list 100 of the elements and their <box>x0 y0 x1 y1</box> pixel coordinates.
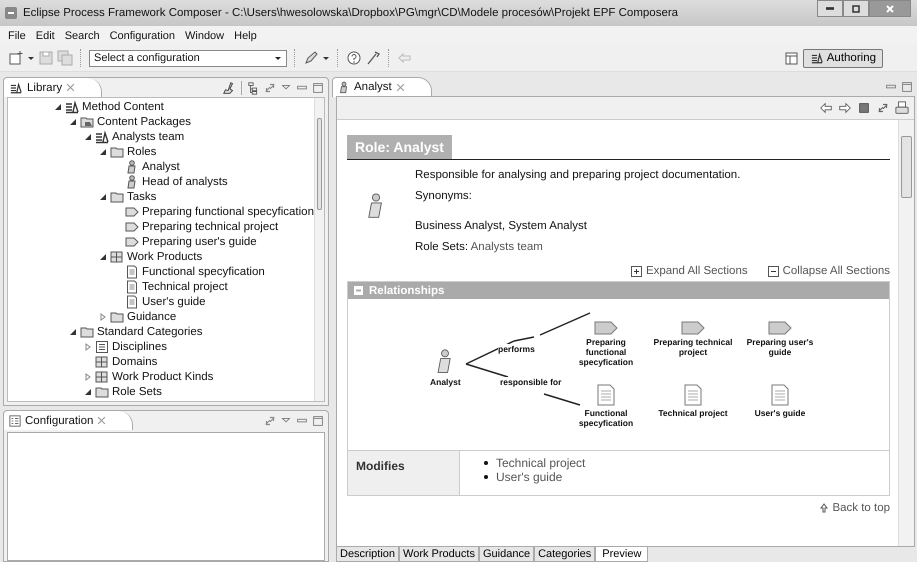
wand-icon[interactable] <box>365 50 381 66</box>
tree-item[interactable]: Preparing technical project <box>142 220 278 232</box>
collapsed-arrow-icon[interactable] <box>99 312 107 320</box>
page-tab[interactable]: Preview <box>595 547 648 562</box>
sync-icon[interactable] <box>876 101 890 115</box>
page-tab[interactable]: Description <box>336 547 400 562</box>
expanded-arrow-icon[interactable] <box>99 192 107 200</box>
node-label: Technical project <box>658 408 728 418</box>
caret-icon[interactable] <box>27 54 35 62</box>
minimize-icon <box>826 7 834 10</box>
forward-arrow-icon[interactable] <box>838 101 852 115</box>
expanded-arrow-icon[interactable] <box>99 148 107 156</box>
close-icon[interactable] <box>66 83 76 92</box>
node-label: Preparing functional specyfication <box>578 337 634 367</box>
page-tab[interactable]: Categories <box>534 547 596 562</box>
menu-item[interactable]: Search <box>60 30 105 42</box>
folder-icon <box>95 384 109 398</box>
close-icon[interactable] <box>97 416 106 425</box>
stop-icon[interactable] <box>857 101 871 115</box>
back-to-top-link[interactable]: Back to top <box>832 502 890 514</box>
node-label: Preparing technical project <box>652 337 734 357</box>
tree-item[interactable]: Method Content <box>82 100 164 112</box>
tree-item[interactable]: Head of analysts <box>142 176 228 188</box>
document-icon[interactable] <box>771 384 789 406</box>
open-perspective-icon[interactable] <box>784 50 800 66</box>
connector-label: responsible for <box>500 377 562 387</box>
tree-item[interactable]: Disciplines <box>112 340 167 352</box>
scrollbar[interactable] <box>314 98 324 401</box>
help-icon[interactable] <box>346 50 362 66</box>
page-tab[interactable]: Guidance <box>478 547 534 562</box>
maximize-icon[interactable] <box>311 80 325 94</box>
tree-item[interactable]: Preparing functional specyfication <box>142 206 314 218</box>
tree-item[interactable]: Functional specyfication <box>142 266 265 278</box>
close-icon[interactable] <box>396 82 405 92</box>
expanded-arrow-icon[interactable] <box>99 252 107 260</box>
document-icon[interactable] <box>597 384 615 406</box>
tag-icon[interactable] <box>594 321 618 335</box>
tree-item[interactable]: Guidance <box>127 310 176 322</box>
window-title: Eclipse Process Framework Composer - C:\Users\hwesolowska\Dropbox\PG\mgr\CD\Modele procesów\Projekt EPF Composera <box>23 7 680 19</box>
tree-item[interactable]: Analysts team <box>112 130 184 142</box>
expanded-arrow-icon[interactable] <box>54 102 62 110</box>
person-icon <box>338 80 350 94</box>
work-product-link[interactable]: Technical project <box>496 456 586 470</box>
scrollbar[interactable] <box>898 120 914 546</box>
maximize-icon[interactable] <box>311 414 325 428</box>
tree-item[interactable]: Standard Categories <box>97 326 202 338</box>
tree-item[interactable]: Work Product Kinds <box>112 370 214 382</box>
document-icon <box>125 280 139 294</box>
tree-item[interactable]: Tasks <box>127 190 156 202</box>
expanded-arrow-icon[interactable] <box>84 388 92 396</box>
tree-item[interactable]: User's guide <box>142 296 206 308</box>
tree-item[interactable]: Analyst <box>142 160 180 172</box>
caret-icon[interactable] <box>322 54 330 62</box>
page-heading: Role: Analyst <box>347 135 452 159</box>
configuration-select[interactable]: Select a configuration <box>89 50 287 66</box>
work-product-link[interactable]: User's guide <box>496 470 562 484</box>
editor-tab[interactable]: Analyst <box>332 76 432 96</box>
expanded-arrow-icon[interactable] <box>84 132 92 140</box>
tree-item[interactable]: Technical project <box>142 280 228 292</box>
page-tab[interactable]: Work Products <box>399 547 479 562</box>
maximize-icon[interactable] <box>900 80 914 94</box>
back-arrow-icon[interactable] <box>819 101 833 115</box>
broom-icon[interactable] <box>222 80 236 94</box>
folder-icon <box>110 144 124 158</box>
tag-icon[interactable] <box>768 321 792 335</box>
tag-icon[interactable] <box>681 321 705 335</box>
perspective-button[interactable]: Authoring <box>802 48 883 68</box>
synonyms-label: Synonyms: <box>415 190 473 202</box>
configuration-tab[interactable]: Configuration <box>4 411 134 430</box>
menu-item[interactable]: Help <box>229 30 262 42</box>
folder-icon <box>110 310 124 324</box>
up-arrow-icon <box>820 503 828 513</box>
library-tab[interactable]: Library <box>4 78 102 97</box>
collapsed-arrow-icon[interactable] <box>84 372 92 380</box>
tree-item[interactable]: Work Products <box>127 250 202 262</box>
pen-icon[interactable] <box>303 50 319 66</box>
tree-item[interactable]: Role Sets <box>112 386 162 398</box>
folder-icon <box>110 190 124 204</box>
collapsed-arrow-icon[interactable] <box>84 342 92 350</box>
document-icon[interactable] <box>684 384 702 406</box>
role-sets-link[interactable]: Analysts team <box>470 241 543 253</box>
expanded-arrow-icon[interactable] <box>69 328 77 336</box>
tree-item[interactable]: Content Packages <box>97 116 191 128</box>
tree-item[interactable]: Domains <box>112 356 158 368</box>
tree-item[interactable]: Preparing user's guide <box>142 236 257 248</box>
minimize-button[interactable] <box>817 0 843 17</box>
menu-item[interactable]: Edit <box>30 30 60 42</box>
tree-item[interactable]: Roles <box>127 146 156 158</box>
menu-item[interactable]: Configuration <box>104 30 180 42</box>
list-icon <box>9 414 21 426</box>
collapse-icon[interactable] <box>354 286 363 295</box>
new-icon[interactable] <box>8 50 24 66</box>
expanded-arrow-icon[interactable] <box>69 118 77 126</box>
menu-item[interactable]: File <box>3 30 31 42</box>
maximize-button[interactable] <box>843 0 869 17</box>
collapse-all-link[interactable]: Collapse All Sections <box>768 265 890 277</box>
menu-item[interactable]: Window <box>180 30 230 42</box>
expand-all-link[interactable]: Expand All Sections <box>630 265 748 277</box>
print-icon[interactable] <box>895 101 909 115</box>
folder-icon <box>80 324 94 338</box>
